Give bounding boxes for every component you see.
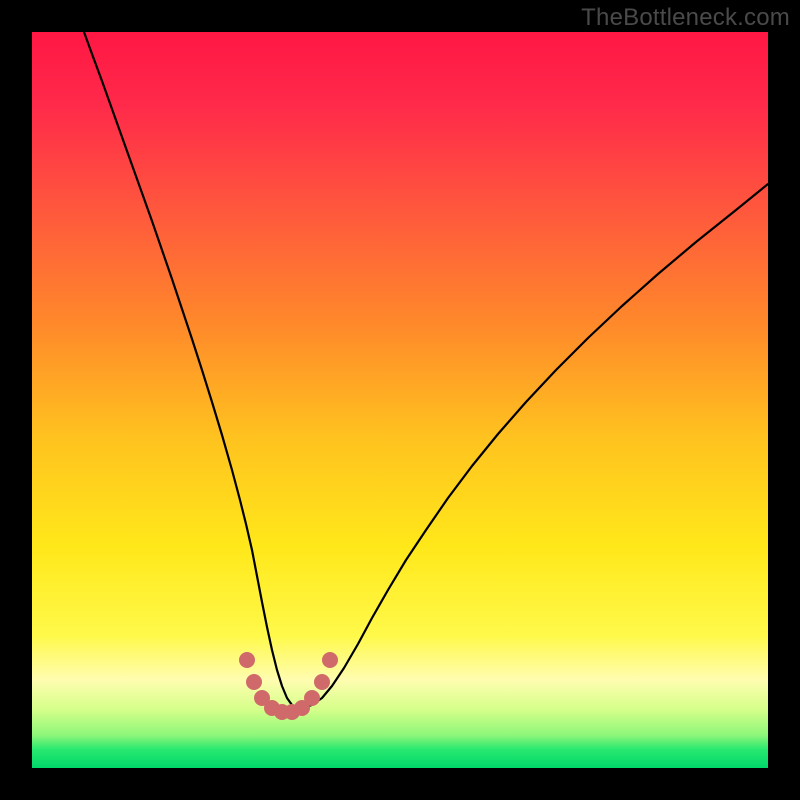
plot-area — [32, 32, 768, 768]
trough-marker — [239, 652, 255, 668]
chart-svg — [32, 32, 768, 768]
trough-marker — [246, 674, 262, 690]
gradient-background — [32, 32, 768, 768]
trough-marker — [314, 674, 330, 690]
trough-marker — [322, 652, 338, 668]
watermark-text: TheBottleneck.com — [581, 4, 790, 32]
trough-marker — [304, 690, 320, 706]
outer-frame: TheBottleneck.com — [0, 0, 800, 800]
